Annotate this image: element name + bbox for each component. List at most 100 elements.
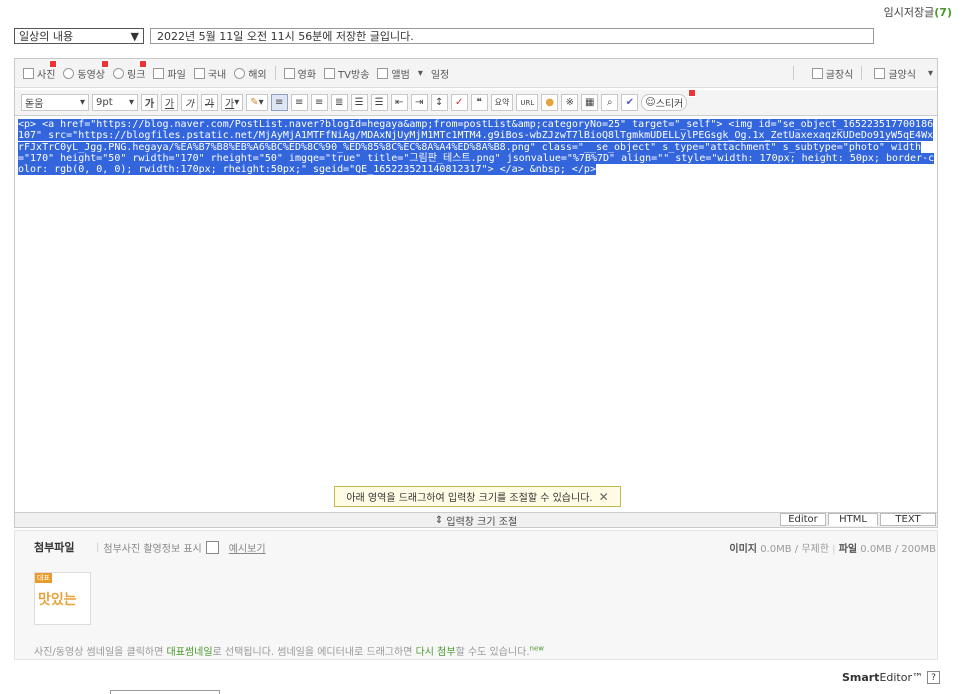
find-button[interactable]: ⌕ [601,94,619,111]
attachment-title: 첨부파일 [34,541,75,554]
category-select[interactable]: 일상의 내용 ▼ [14,28,144,44]
align-justify-button[interactable]: ≣ [330,94,348,111]
bottom-field[interactable] [110,690,220,694]
post-title-value: 2022년 5월 11일 오전 11시 56분에 저장한 글입니다. [157,30,414,43]
summary-button[interactable]: 요약 [490,94,514,111]
align-justify-icon: ≣ [334,97,344,108]
drafts-count: (7) [934,6,952,19]
align-center-icon: ≡ [294,97,304,108]
quote-button[interactable]: ❝ [470,94,488,111]
smarteditor-brand: Smart Editor™ ? [842,671,940,684]
temp-drafts-link[interactable]: 임시저장글(7) [884,4,952,20]
font-select[interactable]: 돋움 ▾ [21,94,89,111]
more-chevron[interactable]: ▾ [928,68,933,79]
line-height-icon: ↕ [434,97,444,108]
sticker-button[interactable]: ☺ 스티커 [641,89,697,111]
post-title-input[interactable]: 2022년 5월 11일 오전 11시 56분에 저장한 글입니다. [150,28,874,44]
editor-content[interactable]: <p> <a href="https://blog.naver.com/Post… [15,117,937,512]
attachment-limits: 이미지 0.0MB / 무제한 | 파일 0.0MB / 200MB [729,544,936,555]
attachment-hint: 사진/동영상 썸네일을 클릭하면 대표썸네일로 선택됩니다. 썸네일을 에디터내… [34,644,544,658]
line-height-button[interactable]: ↕ [430,94,448,111]
align-left-button[interactable]: ≡ [270,94,288,111]
representative-badge: 대표 [35,573,52,583]
attachment-thumbnail[interactable]: 대표 맛있는 [34,572,91,625]
ordered-list-button[interactable]: ☰ [350,94,368,111]
align-right-icon: ≡ [314,97,324,108]
tab-html[interactable]: HTML [828,513,878,526]
font-size-select[interactable]: 9pt ▾ [92,94,138,111]
file-button[interactable]: 파일 [153,66,186,81]
italic-button[interactable]: 가 [181,94,198,111]
photo-button[interactable]: 사진 [23,59,57,81]
outdent-button[interactable]: ⇤ [390,94,408,111]
new-badge [139,59,148,68]
format-toolbar: 돋움 ▾ 9pt ▾ 가 가 가 가 가 ▾ ✎ ▾ ≡ ≡ ≡ ≣ ☰ ☰ ⇤ ⇥ ↕… [15,89,937,116]
strike-button[interactable]: 가 [201,94,218,111]
album-button[interactable]: 앨범 [377,66,410,81]
divider [274,66,276,80]
attachment-options: | 첨부사진 촬영정보 표시 예시보기 [96,540,266,555]
file-icon [153,67,165,79]
close-icon[interactable]: ✕ [599,490,609,504]
photo-icon [23,67,34,79]
drafts-label: 임시저장글 [883,6,935,19]
chevron-down-icon: ▾ [128,97,134,108]
url-button[interactable]: URL [516,94,539,111]
bullet-list-icon: ☰ [374,97,384,108]
category-selected: 일상의 내용 [19,30,74,43]
smile-icon: ☺ [645,97,656,108]
table-button[interactable]: ▦ [581,94,599,111]
tab-editor[interactable]: Editor [780,513,826,526]
schedule-button[interactable]: 일정 [431,66,449,81]
underline-button[interactable]: 가 [161,94,178,111]
outdent-icon: ⇤ [394,97,404,108]
align-center-button[interactable]: ≡ [290,94,308,111]
divider [792,66,794,80]
help-icon[interactable]: ? [927,671,940,684]
text-decoration-button[interactable]: 글장식 [811,66,853,81]
check-icon: ✔ [625,97,634,108]
divider [861,66,863,80]
more-chevron[interactable]: ▾ [418,68,423,79]
resize-tooltip: 아래 영역을 드래그하여 입력창 크기를 조절할 수 있습니다. ✕ [334,486,621,507]
indent-icon: ⇥ [414,97,424,108]
link-button[interactable]: 링크 [113,59,148,81]
overseas-button[interactable]: 해외 [234,66,267,81]
chevron-down-icon: ▾ [234,97,240,108]
domestic-button[interactable]: 국내 [193,66,226,81]
table-icon: ▦ [585,97,595,108]
special-char-icon: ※ [565,97,574,108]
show-info-checkbox[interactable] [205,541,219,554]
spell-button[interactable]: ✔ [621,94,639,111]
tab-text[interactable]: TEXT [880,513,936,526]
align-right-button[interactable]: ≡ [310,94,328,111]
bullet-list-button[interactable]: ☰ [370,94,388,111]
indent-button[interactable]: ⇥ [410,94,428,111]
font-color-button[interactable]: 가 ▾ [221,94,244,111]
bg-color-button[interactable]: ✎ ▾ [246,94,268,111]
globe-icon [234,67,246,79]
new-label: new [529,644,544,653]
emoticon-button[interactable]: ● [541,94,559,111]
quote-icon: ❝ [476,97,482,108]
bold-button[interactable]: 가 [141,94,158,111]
album-icon [377,67,389,79]
chevron-down-icon: ▾ [79,97,85,108]
thumbnail-image-text: 맛있는 [38,592,77,608]
ordered-list-icon: ☰ [354,97,364,108]
chevron-down-icon: ▾ [927,67,933,79]
tv-button[interactable]: TV방송 [324,66,369,81]
film-icon [283,67,295,79]
html-source-text: <p> <a href="https://blog.naver.com/Post… [18,119,935,176]
spellcheck-button[interactable]: ✓ [450,94,468,111]
video-button[interactable]: 동영상 [63,59,110,81]
text-template-button[interactable]: 글양식 [874,66,916,81]
movie-button[interactable]: 영화 [283,66,316,81]
video-icon [63,67,75,79]
example-link[interactable]: 예시보기 [229,540,266,555]
new-badge [49,59,57,68]
special-char-button[interactable]: ※ [561,94,579,111]
emoticon-icon: ● [545,97,555,108]
align-left-icon: ≡ [274,97,284,108]
chevron-down-icon: ▼ [130,29,139,43]
